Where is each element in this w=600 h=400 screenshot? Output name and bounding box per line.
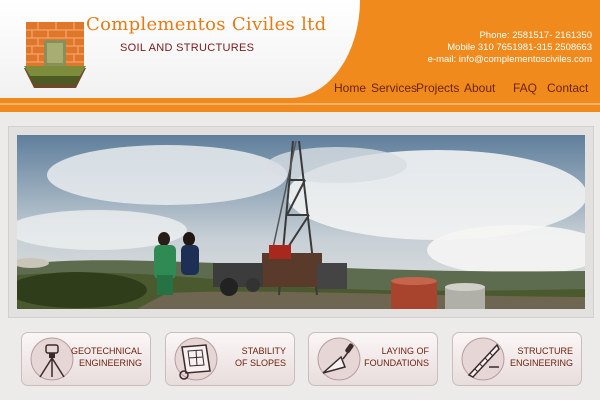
service-card-foundations[interactable]: LAYING OF FOUNDATIONS xyxy=(308,332,438,386)
nav-home[interactable]: Home xyxy=(334,81,366,95)
service-label: STABILITY OF SLOPES xyxy=(206,345,286,369)
service-label: STRUCTURE ENGINEERING xyxy=(493,345,573,369)
service-label-line1: GEOTECHNICAL xyxy=(70,346,142,356)
service-label-line1: STABILITY xyxy=(241,346,286,356)
nav-faq[interactable]: FAQ xyxy=(513,81,537,95)
nav-about[interactable]: About xyxy=(464,81,495,95)
nav-contact[interactable]: Contact xyxy=(547,81,588,95)
main-navigation: Home Services Projects About FAQ Contact xyxy=(0,81,600,97)
company-tagline: SOIL AND STRUCTURES xyxy=(120,42,255,54)
service-label-line2: FOUNDATIONS xyxy=(364,358,429,368)
nav-services[interactable]: Services xyxy=(371,81,417,95)
drilling-rig-banner-image xyxy=(17,135,585,309)
service-label: GEOTECHNICAL ENGINEERING xyxy=(62,345,142,369)
service-label-line1: STRUCTURE xyxy=(517,346,574,356)
nav-projects[interactable]: Projects xyxy=(416,81,459,95)
service-label-line2: ENGINEERING xyxy=(78,358,142,368)
email-text: e-mail: info@complementosciviles.com xyxy=(427,54,592,65)
mobile-text: Mobile 310 7651981-315 2508663 xyxy=(447,42,592,53)
phone-text: Phone: 2581517- 2161350 xyxy=(479,30,592,41)
company-name: Complementos Civiles ltd xyxy=(86,14,327,35)
site-header: Complementos Civiles ltd SOIL AND STRUCT… xyxy=(0,0,600,112)
service-label-line2: OF SLOPES xyxy=(234,358,286,368)
service-card-structure[interactable]: STRUCTURE ENGINEERING xyxy=(452,332,582,386)
brick-house-logo-icon[interactable] xyxy=(18,10,92,90)
contact-info: Phone: 2581517- 2161350 Mobile 310 76519… xyxy=(428,30,592,66)
service-card-geotechnical[interactable]: GEOTECHNICAL ENGINEERING xyxy=(21,332,151,386)
service-card-slopes[interactable]: STABILITY OF SLOPES xyxy=(165,332,295,386)
banner-frame xyxy=(8,126,594,318)
service-label: LAYING OF FOUNDATIONS xyxy=(349,345,429,369)
service-label-line2: ENGINEERING xyxy=(509,358,573,368)
header-divider xyxy=(0,103,600,105)
service-label-line1: LAYING OF xyxy=(381,346,429,356)
